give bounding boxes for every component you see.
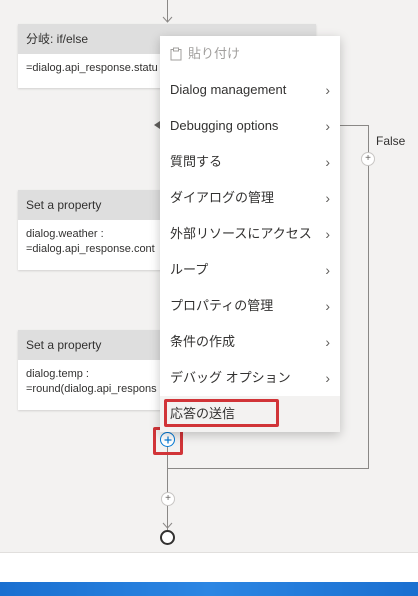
send-response-highlight xyxy=(164,399,279,427)
menu-item-paste-label: 貼り付け xyxy=(188,46,241,61)
menu-item-label: 質問する xyxy=(170,154,223,169)
false-branch-line xyxy=(368,125,369,468)
chevron-right-icon: › xyxy=(325,82,330,98)
false-branch-bottom xyxy=(167,468,369,469)
menu-item-label: デバッグ オプション xyxy=(170,370,291,385)
menu-item-external-resources[interactable]: 外部リソースにアクセス › xyxy=(160,216,340,252)
chevron-right-icon: › xyxy=(325,118,330,134)
menu-item-label: ループ xyxy=(170,262,209,277)
menu-item-loop[interactable]: ループ › xyxy=(160,252,340,288)
chevron-right-icon: › xyxy=(325,262,330,278)
taskbar xyxy=(0,582,418,596)
arrow-down-icon xyxy=(162,522,173,529)
clipboard-icon xyxy=(170,47,182,61)
plus-icon xyxy=(164,436,171,443)
menu-item-label: 外部リソースにアクセス xyxy=(170,226,312,241)
chevron-right-icon: › xyxy=(325,154,330,170)
add-after-branch-button[interactable]: + xyxy=(161,492,175,506)
chevron-right-icon: › xyxy=(325,370,330,386)
false-branch-add-button[interactable]: + xyxy=(361,152,375,166)
bottom-bar xyxy=(0,552,418,583)
menu-item-dialog-management[interactable]: Dialog management › xyxy=(160,72,340,108)
menu-item-debug-options-ja[interactable]: デバッグ オプション › xyxy=(160,360,340,396)
menu-item-manage-properties[interactable]: プロパティの管理 › xyxy=(160,288,340,324)
menu-item-label: 条件の作成 xyxy=(170,334,236,349)
chevron-right-icon: › xyxy=(325,226,330,242)
menu-item-label: Debugging options xyxy=(170,118,279,133)
chevron-right-icon: › xyxy=(325,190,330,206)
menu-item-paste: 貼り付け xyxy=(160,36,340,72)
false-label: False xyxy=(376,134,406,148)
add-action-button[interactable] xyxy=(160,432,175,447)
menu-item-label: ダイアログの管理 xyxy=(170,190,275,205)
false-branch-top xyxy=(340,125,368,126)
menu-item-debugging-options[interactable]: Debugging options › xyxy=(160,108,340,144)
add-action-context-menu: 貼り付け Dialog management › Debugging optio… xyxy=(160,36,340,432)
menu-item-label: プロパティの管理 xyxy=(170,298,274,313)
menu-item-ask-question[interactable]: 質問する › xyxy=(160,144,340,180)
menu-item-manage-dialog[interactable]: ダイアログの管理 › xyxy=(160,180,340,216)
chevron-right-icon: › xyxy=(325,298,330,314)
arrow-down-icon xyxy=(162,16,173,23)
menu-item-label: Dialog management xyxy=(170,82,287,97)
chevron-right-icon: › xyxy=(325,334,330,350)
menu-item-create-condition[interactable]: 条件の作成 › xyxy=(160,324,340,360)
end-circle-icon xyxy=(160,530,175,545)
